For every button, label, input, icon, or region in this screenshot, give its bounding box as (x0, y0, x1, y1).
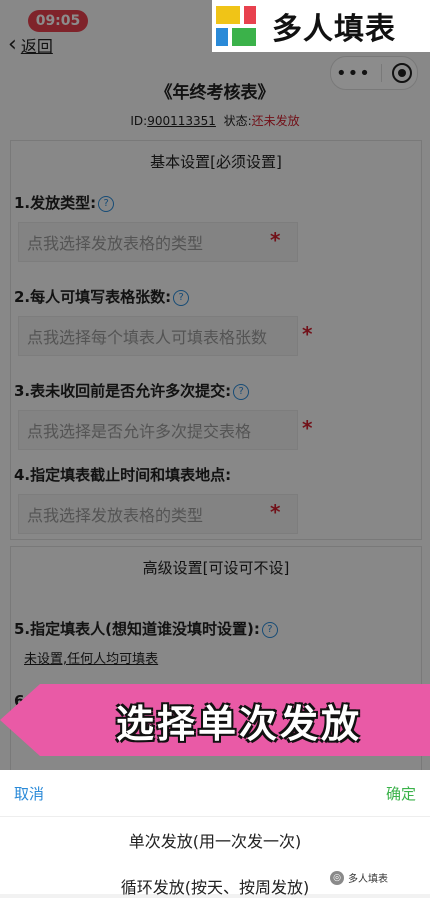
brand-watermark: 多人填表 (212, 0, 430, 52)
tutorial-banner: 选择单次发放 (0, 684, 430, 756)
confirm-button[interactable]: 确定 (386, 783, 416, 804)
wechat-watermark: ◎ 多人填表 (330, 870, 388, 885)
modal-overlay[interactable] (0, 0, 430, 894)
option-single-issue[interactable]: 单次发放(用一次发一次) (0, 828, 430, 852)
brand-name: 多人填表 (272, 12, 396, 47)
brand-logo (216, 6, 256, 46)
wechat-account-icon: ◎ (330, 870, 344, 885)
tutorial-banner-body: 选择单次发放 (40, 684, 430, 756)
tutorial-banner-text: 选择单次发放 (116, 701, 363, 746)
arrow-left-icon (0, 684, 40, 756)
cancel-button[interactable]: 取消 (14, 783, 44, 804)
watermark-text: 多人填表 (348, 874, 388, 885)
action-sheet-header: 取消 确定 (0, 770, 430, 817)
